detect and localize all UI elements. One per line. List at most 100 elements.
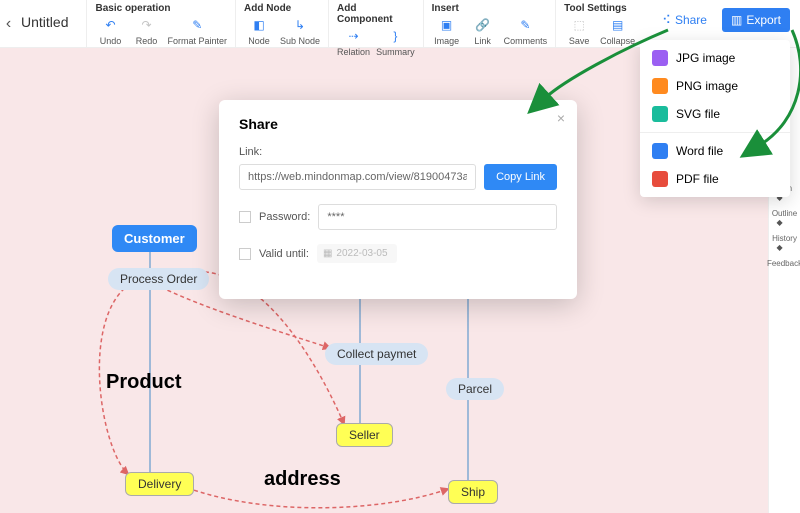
- svg-label: SVG file: [676, 107, 720, 121]
- undo-icon: ↶: [101, 16, 119, 34]
- group-label: Basic operation: [93, 2, 229, 16]
- export-word[interactable]: Word file: [640, 137, 790, 165]
- format-painter-icon: ✎: [188, 16, 206, 34]
- password-label: Password:: [259, 211, 310, 223]
- group-label: Insert: [430, 2, 550, 16]
- save-icon: ⬚: [570, 16, 588, 34]
- sub-node-label: Sub Node: [280, 36, 320, 46]
- comments-icon: ✎: [516, 16, 534, 34]
- export-svg[interactable]: SVG file: [640, 100, 790, 128]
- node-icon: ◧: [250, 16, 268, 34]
- word-icon: [652, 143, 668, 159]
- feedback-label: Feedback: [767, 259, 800, 268]
- png-icon: [652, 78, 668, 94]
- comments-label: Comments: [504, 36, 548, 46]
- image-button[interactable]: ▣ Image: [430, 16, 464, 46]
- toolbar-groups: Basic operation↶ Undo ↷ Redo ✎ Format Painter…: [86, 0, 643, 48]
- sub-node-icon: ↳: [291, 16, 309, 34]
- share-icon: ⠪: [662, 13, 671, 27]
- label-product[interactable]: Product: [106, 371, 182, 394]
- save-button[interactable]: ⬚ Save: [562, 16, 596, 46]
- share-label: Share: [675, 13, 707, 27]
- label-address[interactable]: address: [264, 468, 341, 491]
- feedback-icon: ◆: [777, 243, 793, 259]
- group-label: Add Component: [335, 2, 417, 27]
- valid-label: Valid until:: [259, 248, 309, 260]
- link-label: Link: [474, 36, 491, 46]
- undo-label: Undo: [100, 36, 122, 46]
- group-add-node: Add Node◧ Node ↳ Sub Node: [235, 0, 328, 48]
- summary-button[interactable]: } Summary: [374, 27, 417, 57]
- save-label: Save: [569, 36, 590, 46]
- jpg-label: JPG image: [676, 51, 735, 65]
- redo-icon: ↷: [137, 16, 155, 34]
- share-dialog: × Share Link: Copy Link Password: Valid …: [219, 100, 577, 299]
- share-button[interactable]: ⠪ Share: [653, 8, 716, 32]
- node-seller[interactable]: Seller: [336, 423, 393, 447]
- menu-divider: [640, 132, 790, 133]
- format-painter-button[interactable]: ✎ Format Painter: [165, 16, 229, 46]
- collapse-label: Collapse: [600, 36, 635, 46]
- node-parcel[interactable]: Parcel: [446, 378, 504, 400]
- close-icon[interactable]: ×: [557, 110, 565, 126]
- comments-button[interactable]: ✎ Comments: [502, 16, 550, 46]
- word-label: Word file: [676, 144, 723, 158]
- password-checkbox[interactable]: [239, 211, 251, 223]
- redo-button[interactable]: ↷ Redo: [129, 16, 163, 46]
- relation-button[interactable]: ⇢ Relation: [335, 27, 372, 57]
- group-label: Tool Settings: [562, 2, 637, 16]
- dialog-title: Share: [239, 116, 557, 132]
- export-jpg[interactable]: JPG image: [640, 44, 790, 72]
- format-painter-label: Format Painter: [167, 36, 227, 46]
- link-button[interactable]: 🔗 Link: [466, 16, 500, 46]
- node-button[interactable]: ◧ Node: [242, 16, 276, 46]
- png-label: PNG image: [676, 79, 738, 93]
- group-add-component: Add Component⇢Relation}Summary: [328, 0, 423, 48]
- valid-date[interactable]: ▦ 2022-03-05: [317, 244, 397, 263]
- history-label: History: [772, 234, 797, 243]
- doc-title[interactable]: Untitled: [17, 0, 86, 30]
- valid-date-value: 2022-03-05: [336, 248, 387, 259]
- relation-icon: ⇢: [345, 27, 363, 45]
- group-basic-operation: Basic operation↶ Undo ↷ Redo ✎ Format Painter: [86, 0, 235, 48]
- export-menu: JPG image PNG image SVG file Word file PDF …: [640, 40, 790, 197]
- valid-checkbox[interactable]: [239, 248, 251, 260]
- image-label: Image: [434, 36, 459, 46]
- group-insert: Insert▣ Image 🔗 Link ✎ Comments: [423, 0, 556, 48]
- password-input[interactable]: [318, 204, 557, 230]
- pdf-label: PDF file: [676, 172, 719, 186]
- collapse-button[interactable]: ▤Collapse: [598, 16, 637, 46]
- export-pdf[interactable]: PDF file: [640, 165, 790, 193]
- group-label: Add Node: [242, 2, 322, 16]
- export-png[interactable]: PNG image: [640, 72, 790, 100]
- pdf-icon: [652, 171, 668, 187]
- node-process_order[interactable]: Process Order: [108, 268, 209, 290]
- group-tool-settings: Tool Settings⬚ Save ▤Collapse: [555, 0, 643, 48]
- node-ship[interactable]: Ship: [448, 480, 498, 504]
- svg-icon: [652, 106, 668, 122]
- history-icon: ◆: [777, 218, 793, 234]
- outline-label: Outline: [772, 209, 797, 218]
- node-collect[interactable]: Collect paymet: [325, 343, 428, 365]
- node-customer[interactable]: Customer: [112, 225, 197, 252]
- image-icon: ▣: [438, 16, 456, 34]
- right-actions: ⠪ Share ▥ Export: [643, 0, 800, 40]
- redo-label: Redo: [136, 36, 158, 46]
- link-input[interactable]: [239, 164, 476, 190]
- relation-label: Relation: [337, 47, 370, 57]
- rail-feedback[interactable]: ◆Feedback: [767, 243, 800, 268]
- link-icon: 🔗: [474, 16, 492, 34]
- jpg-icon: [652, 50, 668, 66]
- export-icon: ▥: [731, 13, 742, 27]
- back-button[interactable]: ‹: [0, 0, 17, 48]
- copy-link-button[interactable]: Copy Link: [484, 164, 557, 190]
- undo-button[interactable]: ↶ Undo: [93, 16, 127, 46]
- link-label: Link:: [239, 146, 557, 158]
- export-button[interactable]: ▥ Export: [722, 8, 790, 32]
- rail-history[interactable]: ◆History: [767, 218, 800, 243]
- sub-node-button[interactable]: ↳ Sub Node: [278, 16, 322, 46]
- summary-icon: }: [386, 27, 404, 45]
- node-label: Node: [248, 36, 270, 46]
- node-delivery[interactable]: Delivery: [125, 472, 194, 496]
- summary-label: Summary: [376, 47, 415, 57]
